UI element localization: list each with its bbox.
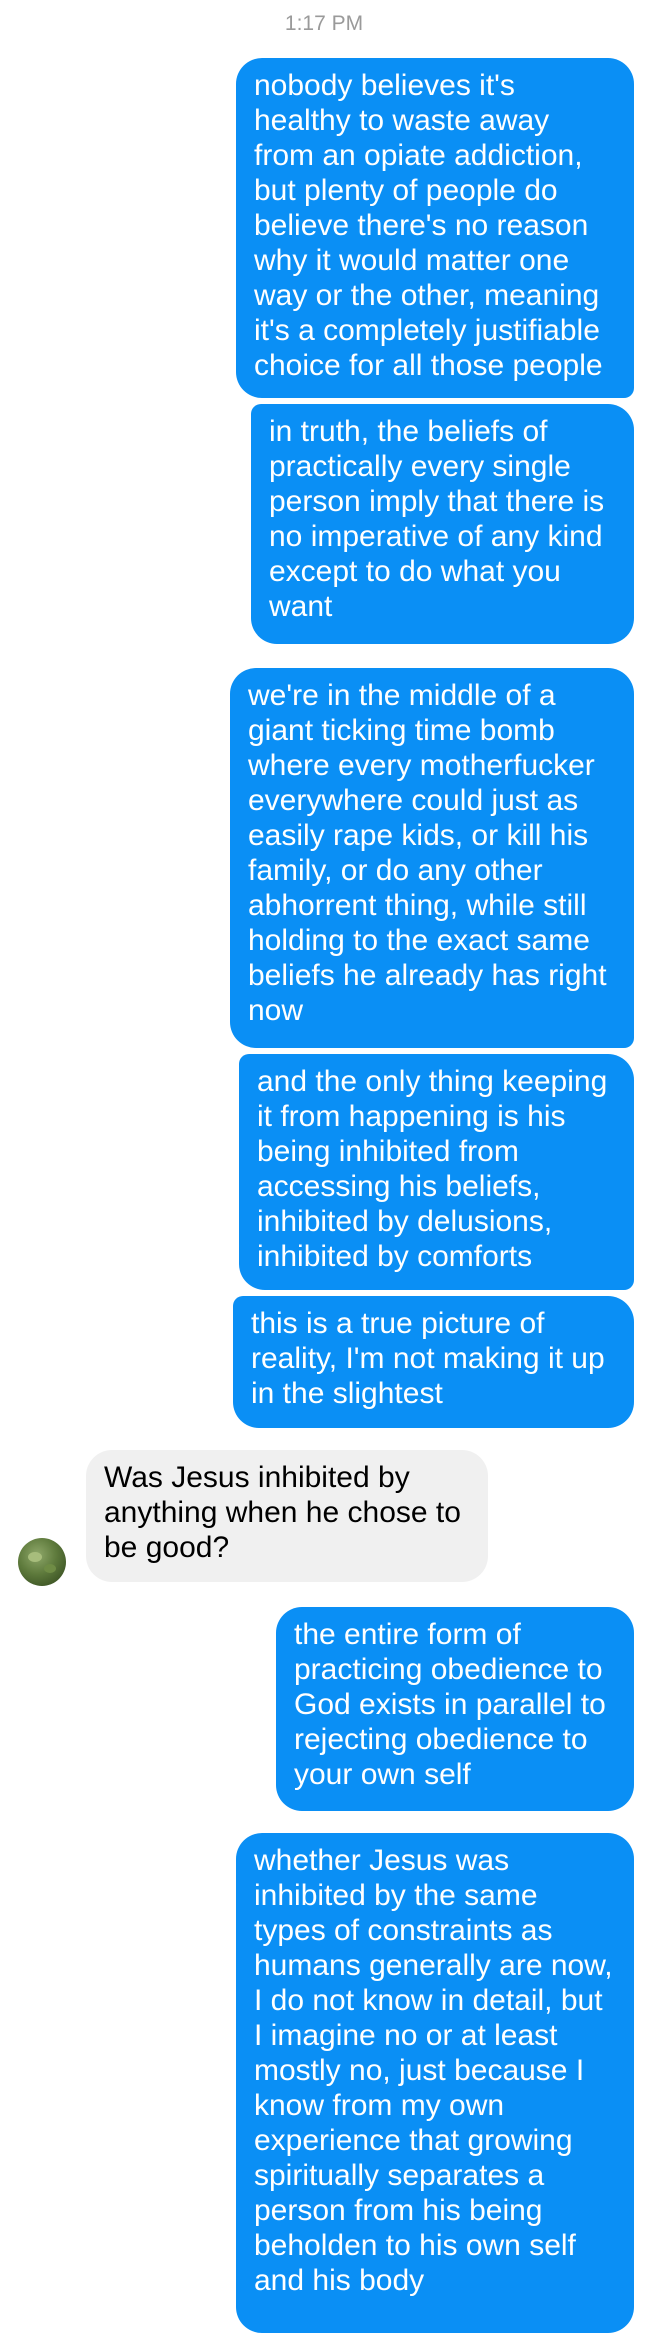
message-text: and the only thing keeping it from happe…	[257, 1065, 608, 1273]
message-bubble-outgoing[interactable]: the entire form of practicing obedience …	[276, 1607, 634, 1811]
message-text: whether Jesus was inhibited by the same …	[254, 1844, 613, 2297]
message-text: this is a true picture of reality, I'm n…	[251, 1307, 605, 1410]
message-bubble-outgoing[interactable]: this is a true picture of reality, I'm n…	[233, 1296, 634, 1428]
message-text: in truth, the beliefs of practically eve…	[269, 415, 605, 623]
message-bubble-outgoing[interactable]: whether Jesus was inhibited by the same …	[236, 1833, 634, 2333]
message-text: the entire form of practicing obedience …	[294, 1618, 606, 1791]
message-bubble-outgoing[interactable]: in truth, the beliefs of practically eve…	[251, 404, 634, 644]
message-text: Was Jesus inhibited by anything when he …	[104, 1461, 461, 1564]
message-text: we're in the middle of a giant ticking t…	[248, 679, 607, 1027]
chat-timestamp: 1:17 PM	[284, 12, 364, 35]
message-bubble-outgoing[interactable]: we're in the middle of a giant ticking t…	[230, 668, 634, 1048]
message-text: nobody believes it's healthy to waste aw…	[254, 69, 603, 382]
message-bubble-outgoing[interactable]: nobody believes it's healthy to waste aw…	[236, 58, 634, 398]
message-bubble-outgoing[interactable]: and the only thing keeping it from happe…	[239, 1054, 634, 1290]
avatar[interactable]	[18, 1538, 66, 1586]
message-bubble-incoming[interactable]: Was Jesus inhibited by anything when he …	[86, 1450, 488, 1582]
